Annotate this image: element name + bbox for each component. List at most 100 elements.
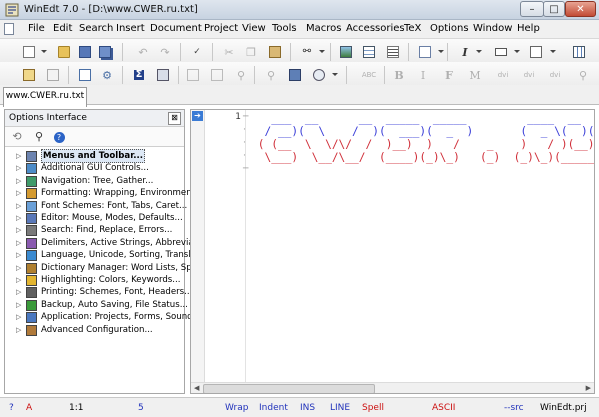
help-icon[interactable]: ? <box>51 129 67 144</box>
scroll-left-icon[interactable]: ◀ <box>194 383 199 393</box>
scrollbar-thumb[interactable] <box>203 384 375 393</box>
refresh-icon[interactable]: ⟲ <box>9 129 25 144</box>
document-text[interactable]: ___ __ __ _____ _____ ____ __ __ / __)( … <box>251 112 594 164</box>
paste-icon[interactable] <box>266 43 284 61</box>
options-tree-item[interactable]: ▷ Application: Projects, Forms, Sounds... <box>5 311 205 324</box>
input-field-icon[interactable] <box>492 43 510 61</box>
new-file-icon[interactable] <box>20 43 38 61</box>
menu-macros[interactable]: Macros <box>306 23 341 34</box>
options-tree-item[interactable]: ▷ Backup, Auto Saving, File Status... <box>5 299 188 311</box>
expand-arrow-icon[interactable]: ▷ <box>16 301 21 309</box>
maximize-button[interactable]: □ <box>543 1 565 17</box>
status-src[interactable]: --src <box>504 403 524 413</box>
find-binoculars-icon[interactable]: ⚯ <box>298 43 316 61</box>
expand-arrow-icon[interactable]: ▷ <box>16 264 21 272</box>
bold-icon[interactable]: B <box>390 66 408 84</box>
spell-toolbar-icon[interactable]: ABC <box>360 66 378 84</box>
open-folder-icon[interactable] <box>55 43 73 61</box>
spell-check-icon[interactable]: ✓ <box>188 43 206 61</box>
status-ins[interactable]: INS <box>300 403 315 413</box>
options-tree-item[interactable]: ▷ Font Schemes: Font, Tabs, Caret... <box>5 200 187 212</box>
search-tool-icon[interactable]: ⚲ <box>262 66 280 84</box>
status-spell[interactable]: Spell <box>362 403 384 413</box>
check-list-icon[interactable] <box>527 43 545 61</box>
expand-arrow-icon[interactable]: ▷ <box>16 326 21 334</box>
editor-pane[interactable]: ➔ 1 ─ · · · ─ ___ __ __ _____ _____ ____… <box>190 109 595 394</box>
expand-arrow-icon[interactable]: ▷ <box>16 276 21 284</box>
tree-icon[interactable] <box>76 66 94 84</box>
expand-arrow-icon[interactable]: ▷ <box>16 189 21 197</box>
cut-icon[interactable]: ✂ <box>220 43 238 61</box>
minimize-button[interactable]: – <box>520 1 544 17</box>
options-tree-item[interactable]: ▷ Language, Unicode, Sorting, Translatio <box>5 249 207 262</box>
expand-arrow-icon[interactable]: ▷ <box>16 177 21 185</box>
compile-all-icon[interactable] <box>208 66 226 84</box>
scroll-right-icon[interactable]: ▶ <box>586 383 591 393</box>
gather-icon[interactable]: ⚙ <box>98 66 116 84</box>
options-tree-item[interactable]: ▷ Advanced Configuration... <box>5 324 184 336</box>
menu-window[interactable]: Window <box>473 23 512 34</box>
status-help[interactable]: ? <box>9 403 14 413</box>
menu-insert[interactable]: Insert <box>116 23 145 34</box>
menu-search[interactable]: Search <box>79 23 113 34</box>
document-settings-icon[interactable] <box>416 43 434 61</box>
find-icon[interactable]: ⚲ <box>31 129 47 144</box>
expand-arrow-icon[interactable]: ▷ <box>16 226 21 234</box>
options-tree-item[interactable]: ▷ Formatting: Wrapping, Environments... <box>5 187 208 200</box>
options-tree-item[interactable]: ▷ Dictionary Manager: Word Lists, Spellin <box>5 262 210 274</box>
preview-icon[interactable]: ⚲ <box>232 66 250 84</box>
new-project-icon[interactable] <box>20 66 38 84</box>
menu-tex[interactable]: TeX <box>404 23 421 34</box>
status-wrap[interactable]: Wrap <box>225 403 248 413</box>
menu-edit[interactable]: Edit <box>53 23 72 34</box>
expand-arrow-icon[interactable]: ▷ <box>16 164 21 172</box>
matrix-icon[interactable] <box>154 66 172 84</box>
bookmark-arrow-icon[interactable]: ➔ <box>192 111 203 121</box>
expand-arrow-icon[interactable]: ▷ <box>16 214 21 222</box>
options-tree-item[interactable]: ▷ Menus and Toolbar... <box>5 149 184 163</box>
expand-arrow-icon[interactable]: ▷ <box>16 251 21 259</box>
expand-arrow-icon[interactable]: ▷ <box>16 239 21 247</box>
table-icon[interactable] <box>360 43 378 61</box>
copy-icon[interactable]: ❐ <box>242 43 260 61</box>
italic-icon[interactable]: I <box>414 66 432 84</box>
expand-arrow-icon[interactable]: ▷ <box>16 313 21 321</box>
dvi-ps-icon[interactable]: dvi <box>520 66 538 84</box>
menu-accessories[interactable]: Accessories <box>346 23 405 34</box>
undo-icon[interactable]: ↶ <box>134 43 152 61</box>
template-icon[interactable] <box>44 66 62 84</box>
expand-arrow-icon[interactable]: ▷ <box>16 288 21 296</box>
document-icon[interactable] <box>4 23 14 35</box>
menu-help[interactable]: Help <box>517 23 540 34</box>
italic-format-icon[interactable]: I <box>456 43 474 61</box>
status-line[interactable]: LINE <box>330 403 350 413</box>
tab-document[interactable]: www.CWER.ru.txt <box>3 87 87 107</box>
menu-options[interactable]: Options <box>430 23 469 34</box>
monitor-icon[interactable] <box>286 66 304 84</box>
menu-project[interactable]: Project <box>204 23 238 34</box>
options-tree-item[interactable]: ▷ Editor: Mouse, Modes, Defaults... <box>5 212 184 224</box>
grid-icon[interactable] <box>570 43 588 61</box>
view-pdf-icon[interactable]: ⚲ <box>574 66 592 84</box>
stop-icon[interactable] <box>310 66 328 84</box>
status-indent[interactable]: Indent <box>259 403 288 413</box>
expand-arrow-icon[interactable]: ▷ <box>16 202 21 210</box>
options-tree-item[interactable]: ▷ Printing: Schemes, Font, Headers... <box>5 286 192 299</box>
menu-document[interactable]: Document <box>150 23 202 34</box>
options-tree-item[interactable]: ▷ Delimiters, Active Strings, Abbreviatio… <box>5 237 210 249</box>
menu-file[interactable]: File <box>28 23 45 34</box>
menu-tools[interactable]: Tools <box>272 23 297 34</box>
list-icon[interactable] <box>384 43 402 61</box>
options-tree-item[interactable]: ▷ Navigation: Tree, Gather... <box>5 175 184 187</box>
options-panel-close-button[interactable]: ⊠ <box>168 112 181 125</box>
font-icon[interactable]: F <box>440 66 458 84</box>
save-all-icon[interactable] <box>96 43 114 61</box>
dvi-pdf-icon[interactable]: dvi <box>546 66 564 84</box>
expand-arrow-icon[interactable]: ▷ <box>16 152 21 160</box>
options-tree-item[interactable]: ▷ Additional GUI Controls... <box>5 162 184 175</box>
compile-icon[interactable] <box>184 66 202 84</box>
menu-view[interactable]: View <box>242 23 266 34</box>
horizontal-scrollbar[interactable]: ◀ ▶ <box>191 382 594 393</box>
save-icon[interactable] <box>76 43 94 61</box>
options-tree-item[interactable]: ▷ Search: Find, Replace, Errors... <box>5 224 184 237</box>
